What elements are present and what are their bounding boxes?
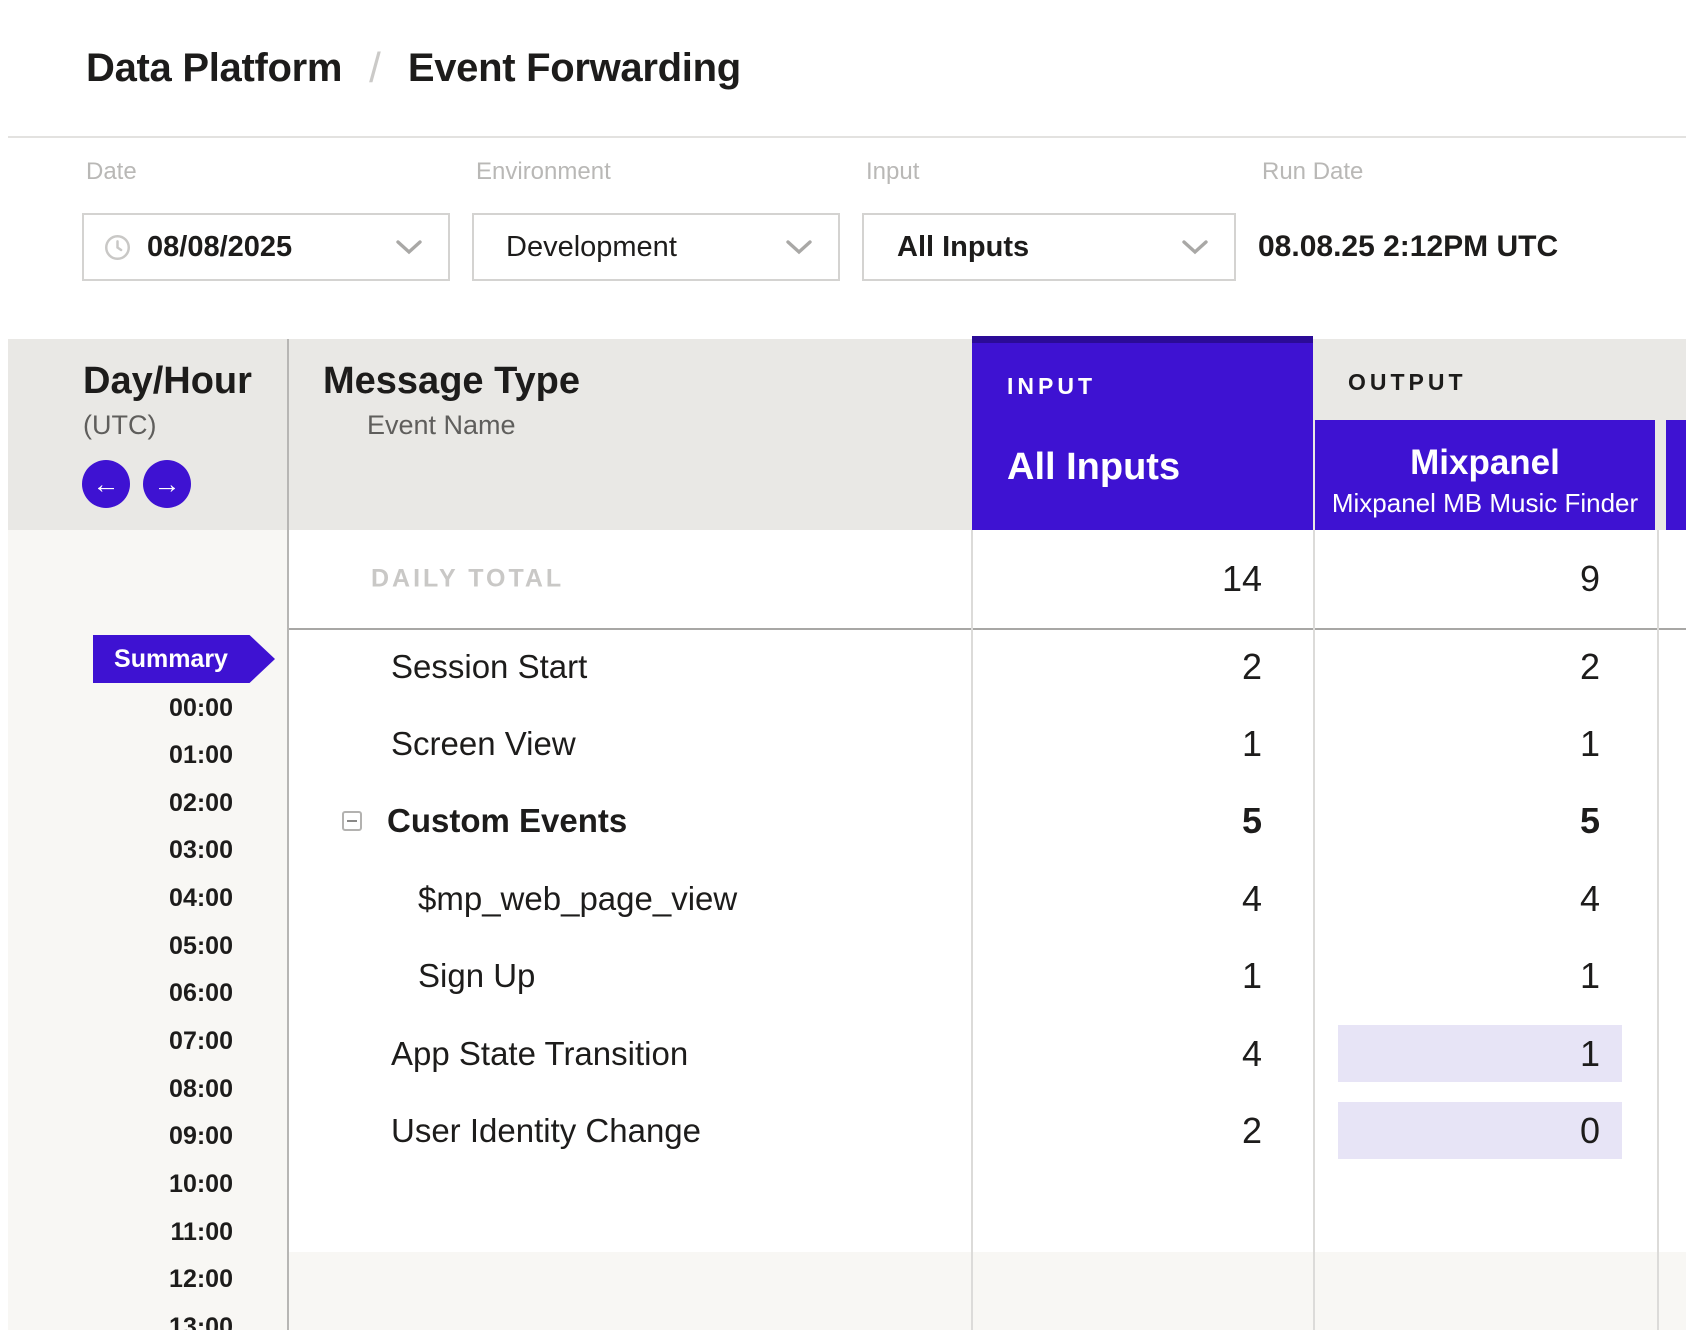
input-value: All Inputs xyxy=(897,231,1029,264)
input-select[interactable]: All Inputs xyxy=(862,213,1236,281)
output-cell-value: 4 xyxy=(1580,878,1600,920)
prev-hour-button[interactable]: ← xyxy=(82,460,130,508)
hour-item[interactable]: 06:00 xyxy=(0,970,233,1018)
output-column-name: Mixpanel xyxy=(1315,443,1655,483)
message-type-title: Message Type xyxy=(323,360,580,403)
hour-item[interactable]: 11:00 xyxy=(0,1208,233,1256)
breadcrumb-page: Event Forwarding xyxy=(408,46,741,91)
grid-line xyxy=(1313,530,1315,1330)
hour-item[interactable]: 09:00 xyxy=(0,1113,233,1161)
chevron-down-icon xyxy=(786,239,812,255)
chevron-down-icon xyxy=(396,239,422,255)
output-cell-value: 1 xyxy=(1580,955,1600,997)
output-group-label: OUTPUT xyxy=(1348,369,1467,396)
collapse-minus-icon[interactable] xyxy=(342,811,362,831)
clock-icon xyxy=(104,234,131,261)
breadcrumb-separator: / xyxy=(369,44,381,92)
environment-filter-label: Environment xyxy=(476,158,611,186)
row-label: Custom Events xyxy=(387,802,627,840)
hour-item[interactable]: 04:00 xyxy=(0,875,233,923)
row-label: Session Start xyxy=(391,648,587,686)
input-filter-label: Input xyxy=(866,158,919,186)
hour-item[interactable]: 03:00 xyxy=(0,827,233,875)
table-row: Screen View 1 1 xyxy=(289,705,1686,782)
row-label: App State Transition xyxy=(391,1035,688,1073)
left-edge-strip xyxy=(0,0,8,1330)
hour-item[interactable]: 08:00 xyxy=(0,1065,233,1113)
input-cell-value: 1 xyxy=(1242,723,1262,765)
daily-total-input-value: 14 xyxy=(1222,558,1262,600)
summary-badge[interactable]: Summary xyxy=(93,635,275,683)
day-hour-title: Day/Hour xyxy=(83,360,252,403)
environment-select[interactable]: Development xyxy=(472,213,840,281)
input-cell-value: 2 xyxy=(1242,1110,1262,1152)
hour-item[interactable]: 10:00 xyxy=(0,1161,233,1209)
summary-label: Summary xyxy=(114,645,228,674)
input-cell-value: 2 xyxy=(1242,646,1262,688)
output-cell-value: 5 xyxy=(1580,800,1600,842)
hour-item[interactable]: 07:00 xyxy=(0,1018,233,1066)
hour-item[interactable]: 00:00 xyxy=(0,684,233,732)
input-column-header: INPUT All Inputs xyxy=(972,336,1313,530)
output-column-header: Mixpanel Mixpanel MB Music Finder xyxy=(1315,420,1655,530)
output-column-subtitle: Mixpanel MB Music Finder xyxy=(1315,488,1655,519)
table-row: Session Start 2 2 xyxy=(289,628,1686,705)
input-cell-value: 1 xyxy=(1242,955,1262,997)
output-cell-value: 1 xyxy=(1580,1033,1600,1075)
date-value: 08/08/2025 xyxy=(147,231,292,264)
arrow-right-icon: → xyxy=(154,471,181,498)
arrow-left-icon: ← xyxy=(93,471,120,498)
breadcrumb: Data Platform / Event Forwarding xyxy=(0,0,1686,138)
daily-total-output-value: 9 xyxy=(1580,558,1600,600)
run-date-label: Run Date xyxy=(1262,158,1363,186)
date-select[interactable]: 08/08/2025 xyxy=(82,213,450,281)
input-cell-value: 4 xyxy=(1242,1033,1262,1075)
output-cell-value: 2 xyxy=(1580,646,1600,688)
table-row: User Identity Change 2 0 xyxy=(289,1092,1686,1169)
hour-item[interactable]: 02:00 xyxy=(0,779,233,827)
row-label: Screen View xyxy=(391,725,576,763)
event-forwarding-page: Data Platform / Event Forwarding Date En… xyxy=(0,0,1686,1330)
chevron-down-icon xyxy=(1182,239,1208,255)
environment-value: Development xyxy=(506,231,677,264)
hour-item[interactable]: 05:00 xyxy=(0,922,233,970)
table-row: App State Transition 4 1 xyxy=(289,1015,1686,1092)
table-footer-area xyxy=(289,1252,1686,1330)
input-column-name: All Inputs xyxy=(1007,446,1180,489)
input-group-label: INPUT xyxy=(1007,373,1096,400)
input-cell-value: 5 xyxy=(1242,800,1262,842)
hour-item[interactable]: 13:00 xyxy=(0,1304,233,1330)
output-cell-value: 0 xyxy=(1580,1110,1600,1152)
next-hour-button[interactable]: → xyxy=(143,460,191,508)
date-filter-label: Date xyxy=(86,158,137,186)
sidebar-divider xyxy=(287,339,289,1330)
daily-total-row: DAILY TOTAL 14 9 xyxy=(289,530,1686,630)
table-row: Custom Events 5 5 xyxy=(289,783,1686,860)
table-row: $mp_web_page_view 4 4 xyxy=(289,860,1686,937)
hour-item[interactable]: 12:00 xyxy=(0,1256,233,1304)
filter-bar: Date Environment Input Run Date 08/08/20… xyxy=(0,138,1686,336)
hour-item[interactable]: 01:00 xyxy=(0,732,233,780)
table-row: Sign Up 1 1 xyxy=(289,938,1686,1015)
output-column-partial xyxy=(1666,420,1686,530)
breadcrumb-section[interactable]: Data Platform xyxy=(86,46,342,91)
output-cell-value: 1 xyxy=(1580,723,1600,765)
input-cell-value: 4 xyxy=(1242,878,1262,920)
row-label: User Identity Change xyxy=(391,1112,701,1150)
row-label: $mp_web_page_view xyxy=(418,880,737,918)
daily-total-label: DAILY TOTAL xyxy=(371,565,564,594)
row-label: Sign Up xyxy=(418,957,535,995)
day-hour-subtitle: (UTC) xyxy=(83,410,156,441)
run-date-value: 08.08.25 2:12PM UTC xyxy=(1258,230,1558,264)
message-type-subtitle: Event Name xyxy=(367,410,516,441)
grid-line xyxy=(1657,530,1659,1330)
grid-line xyxy=(971,530,973,1330)
